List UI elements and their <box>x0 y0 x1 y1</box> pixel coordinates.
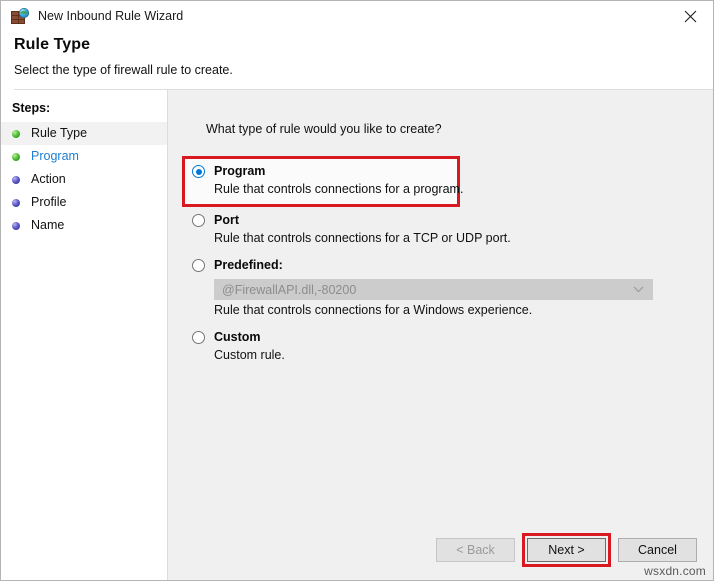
back-button[interactable]: < Back <box>436 538 515 562</box>
option-program[interactable]: Program Rule that controls connections f… <box>182 162 713 201</box>
sidebar-item-label: Profile <box>31 191 66 214</box>
option-port[interactable]: Port Rule that controls connections for … <box>182 212 713 246</box>
close-icon[interactable] <box>668 1 713 32</box>
firewall-globe-icon <box>11 8 29 26</box>
wizard-header: Rule Type Select the type of firewall ru… <box>1 32 713 90</box>
rule-type-radio-group: Program Rule that controls connections f… <box>182 162 713 363</box>
new-inbound-rule-wizard-window: New Inbound Rule Wizard Rule Type Select… <box>0 0 714 581</box>
radio-predefined[interactable] <box>192 259 205 272</box>
option-description: Rule that controls connections for a Win… <box>214 302 713 318</box>
predefined-combobox-value: @FirewallAPI.dll,-80200 <box>215 283 356 297</box>
sidebar-item-label: Program <box>31 145 79 168</box>
window-title: New Inbound Rule Wizard <box>38 10 183 23</box>
option-title: Custom <box>214 329 261 345</box>
page-subtitle: Select the type of firewall rule to crea… <box>14 62 713 78</box>
option-description: Rule that controls connections for a TCP… <box>214 230 713 246</box>
radio-port[interactable] <box>192 214 205 227</box>
sidebar-item-label: Rule Type <box>31 122 87 145</box>
step-bullet-icon <box>12 222 20 230</box>
sidebar-item-program[interactable]: Program <box>1 145 167 168</box>
step-bullet-icon <box>12 153 20 161</box>
option-description: Rule that controls connections for a pro… <box>214 181 713 197</box>
next-button[interactable]: Next > <box>527 538 606 562</box>
option-custom[interactable]: Custom Custom rule. <box>182 329 713 363</box>
title-bar: New Inbound Rule Wizard <box>1 1 713 32</box>
predefined-combobox[interactable]: @FirewallAPI.dll,-80200 <box>214 279 653 300</box>
chevron-down-icon <box>633 280 644 299</box>
wizard-body: Steps: Rule Type Program Action Profile … <box>1 90 713 580</box>
option-title: Port <box>214 212 239 228</box>
question-text: What type of rule would you like to crea… <box>206 121 713 137</box>
option-title: Program <box>214 163 265 179</box>
sidebar-item-label: Action <box>31 168 66 191</box>
wizard-footer: < Back Next > Cancel <box>168 538 713 562</box>
sidebar-item-name[interactable]: Name <box>1 214 167 237</box>
cancel-button[interactable]: Cancel <box>618 538 697 562</box>
sidebar-item-rule-type[interactable]: Rule Type <box>1 122 167 145</box>
page-title: Rule Type <box>14 35 713 55</box>
radio-custom[interactable] <box>192 331 205 344</box>
step-bullet-icon <box>12 130 20 138</box>
sidebar-item-action[interactable]: Action <box>1 168 167 191</box>
radio-program[interactable] <box>192 165 205 178</box>
wizard-content: What type of rule would you like to crea… <box>168 90 713 580</box>
sidebar-item-profile[interactable]: Profile <box>1 191 167 214</box>
option-predefined[interactable]: Predefined: @FirewallAPI.dll,-80200 Rule… <box>182 257 713 318</box>
sidebar-item-label: Name <box>31 214 64 237</box>
option-description: Custom rule. <box>214 347 713 363</box>
step-bullet-icon <box>12 199 20 207</box>
watermark: wsxdn.com <box>644 564 706 578</box>
steps-sidebar: Steps: Rule Type Program Action Profile … <box>1 90 168 580</box>
step-bullet-icon <box>12 176 20 184</box>
option-title: Predefined: <box>214 257 283 273</box>
next-button-wrapper: Next > <box>527 538 606 562</box>
steps-heading: Steps: <box>1 99 167 117</box>
